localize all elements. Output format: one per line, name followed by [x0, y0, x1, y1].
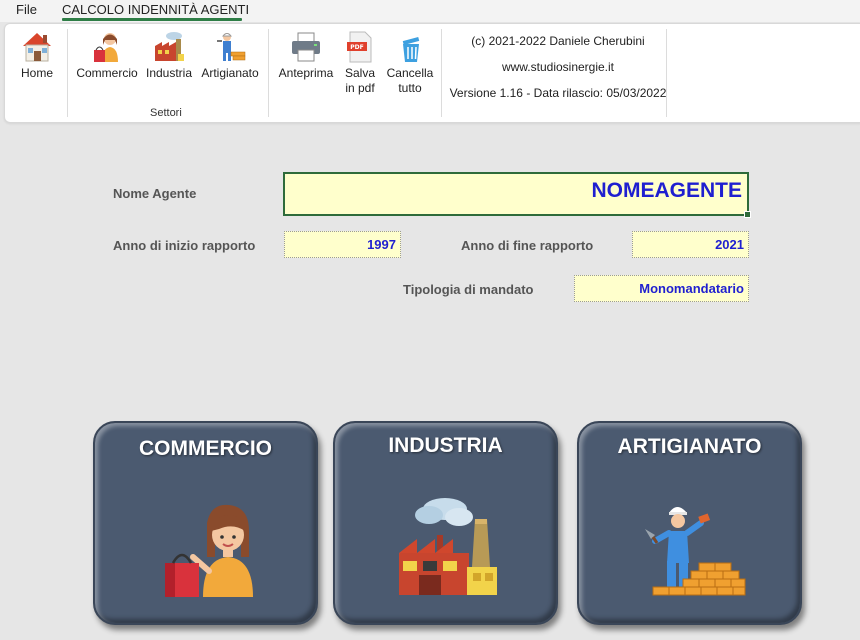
- tipologia-mandato-value: Monomandatario: [639, 281, 744, 296]
- cell-fill-handle[interactable]: [744, 211, 751, 218]
- bricklayer-icon: [217, 33, 246, 61]
- anteprima-button[interactable]: Anteprima: [275, 30, 337, 81]
- anno-fine-label: Anno di fine rapporto: [461, 238, 594, 253]
- shopper-woman-icon: [165, 504, 253, 597]
- industria-button[interactable]: Industria: [143, 30, 195, 81]
- artigianato-card-button[interactable]: ARTIGIANATO: [577, 421, 802, 625]
- ribbon-separator: [268, 29, 269, 117]
- menu-bar: File CALCOLO INDENNITÀ AGENTI: [0, 0, 860, 22]
- tipologia-mandato-label: Tipologia di mandato: [403, 282, 534, 297]
- settori-group-label: Settori: [150, 107, 182, 119]
- anno-fine-field[interactable]: 2021: [632, 231, 749, 258]
- anno-inizio-value: 1997: [367, 237, 396, 252]
- pdf-file-icon: PDF: [347, 31, 372, 63]
- salva-pdf-button[interactable]: PDF Salva in pdf: [338, 30, 382, 96]
- commercio-card-button[interactable]: COMMERCIO: [93, 421, 318, 625]
- nome-agente-label: Nome Agente: [113, 186, 197, 201]
- anno-fine-value: 2021: [715, 237, 744, 252]
- ribbon: Home Commercio Industria Artigianato Set…: [4, 23, 860, 123]
- nome-agente-value: NOMEAGENTE: [591, 179, 742, 202]
- anno-inizio-field[interactable]: 1997: [284, 231, 401, 258]
- printer-icon: [292, 32, 320, 62]
- trash-icon: [402, 36, 420, 62]
- shopper-icon: [94, 33, 118, 62]
- factory-icon: [155, 32, 184, 61]
- active-tab-underline: [62, 18, 242, 21]
- commercio-button[interactable]: Commercio: [73, 30, 141, 81]
- factory-building-icon: [399, 498, 497, 595]
- cancella-label-2: tutto: [398, 81, 422, 95]
- artigianato-card-title: ARTIGIANATO: [617, 435, 762, 458]
- bricklayer-worker-icon: [645, 507, 746, 596]
- commercio-card-title: COMMERCIO: [139, 437, 272, 460]
- cancella-label-1: Cancella: [386, 66, 434, 80]
- anno-inizio-label: Anno di inizio rapporto: [113, 238, 256, 253]
- tab-calcolo-indennita[interactable]: CALCOLO INDENNITÀ AGENTI: [62, 2, 249, 17]
- artigianato-label: Artigianato: [201, 66, 259, 80]
- nome-agente-field[interactable]: NOMEAGENTE: [283, 172, 751, 218]
- home-icon: [23, 33, 51, 62]
- home-button[interactable]: Home: [15, 30, 59, 81]
- commercio-label: Commercio: [76, 66, 138, 80]
- salva-label-2: in pdf: [345, 81, 375, 95]
- cancella-tutto-button[interactable]: Cancella tutto: [383, 30, 437, 96]
- ribbon-separator: [67, 29, 68, 117]
- ribbon-separator: [666, 29, 667, 117]
- industria-label: Industria: [145, 66, 193, 80]
- version-text: Versione 1.16 - Data rilascio: 05/03/202…: [449, 86, 667, 100]
- menu-file[interactable]: File: [16, 2, 37, 17]
- website-text: www.studiosinergie.it: [501, 60, 615, 74]
- salva-label-1: Salva: [344, 66, 376, 80]
- anteprima-label: Anteprima: [278, 66, 334, 80]
- industria-card-title: INDUSTRIA: [388, 434, 503, 457]
- home-label: Home: [20, 66, 53, 80]
- tipologia-mandato-field[interactable]: Monomandatario: [574, 275, 749, 302]
- copyright-text: (c) 2021-2022 Daniele Cherubini: [471, 34, 645, 48]
- artigianato-button[interactable]: Artigianato: [197, 30, 263, 81]
- industria-card-button[interactable]: INDUSTRIA: [333, 421, 558, 625]
- svg-text:PDF: PDF: [350, 44, 363, 51]
